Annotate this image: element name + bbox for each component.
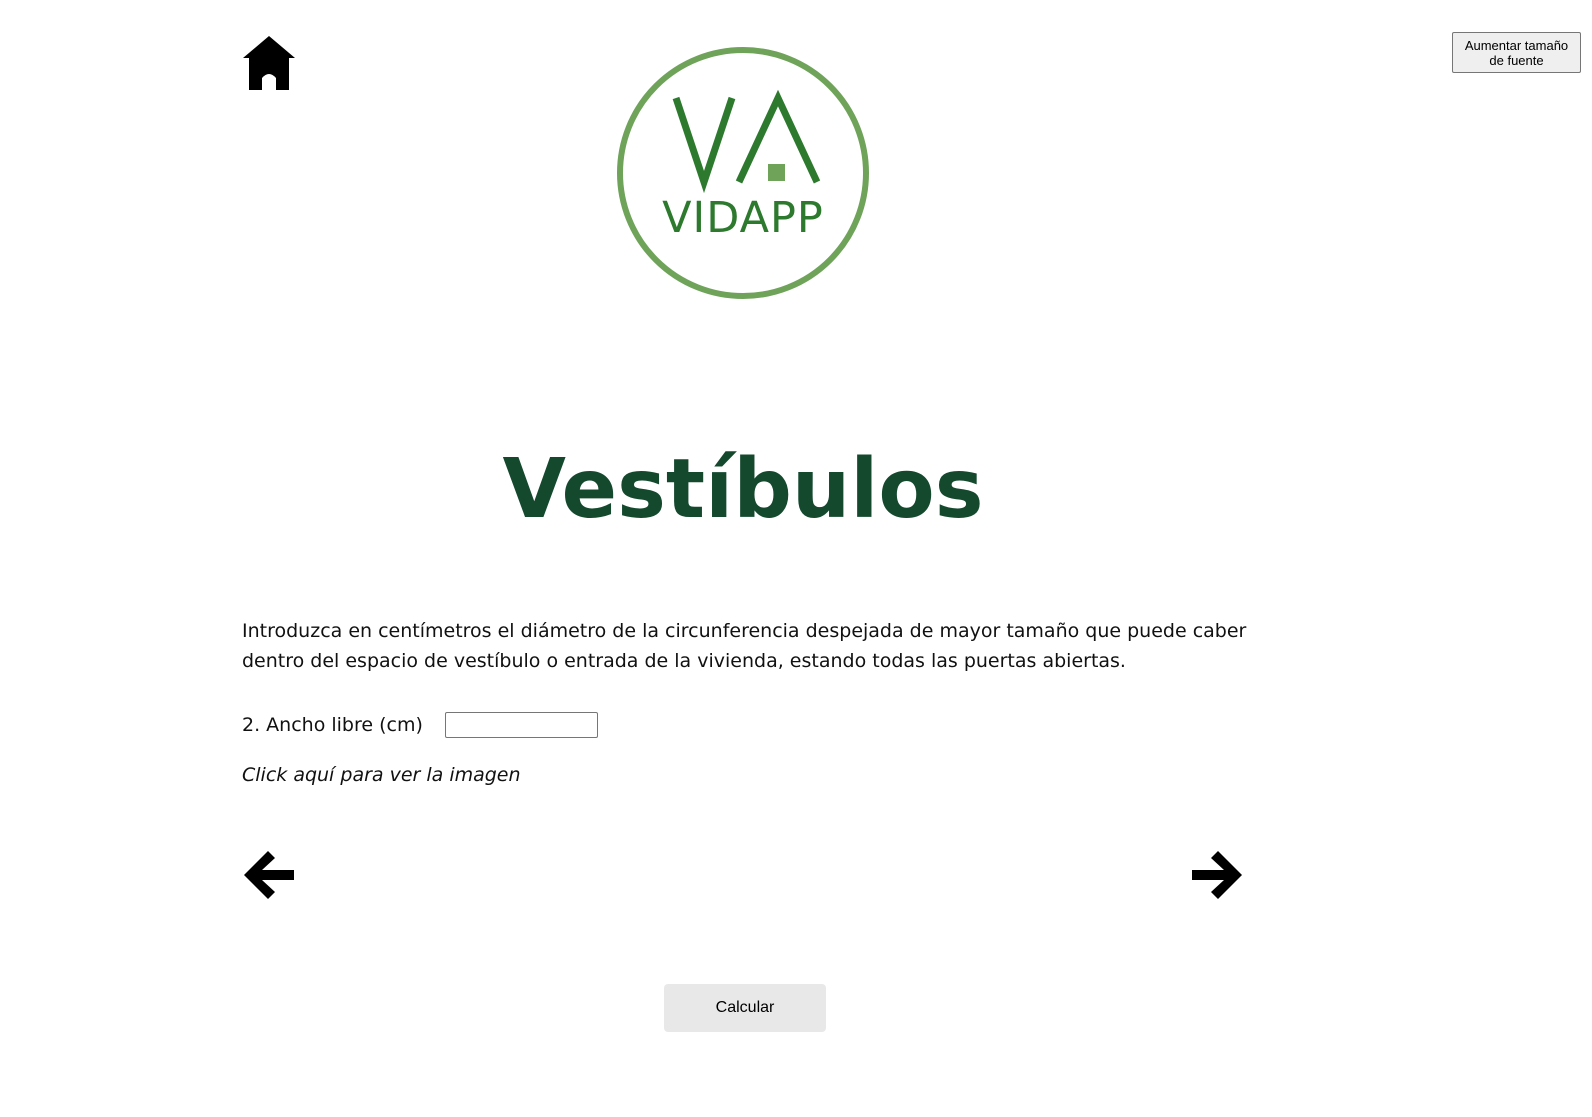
width-input[interactable] (444, 712, 598, 738)
next-button[interactable] (1192, 849, 1244, 901)
previous-button[interactable] (242, 849, 294, 901)
calculate-button[interactable]: Calcular (664, 984, 826, 1032)
home-icon (243, 36, 295, 90)
arrow-left-icon (244, 851, 294, 899)
home-link[interactable] (242, 34, 296, 92)
page-title: Vestíbulos (502, 442, 984, 537)
page: Aumentar tamaño de fuente VIDAPP Vestíbu… (0, 0, 1592, 1117)
logo-text: VIDAPP (662, 193, 824, 243)
instructions-text: Introduzca en centímetros el diámetro de… (242, 620, 1247, 672)
logo-graphic (617, 47, 869, 299)
view-image-link[interactable]: Click aquí para ver la imagen (242, 764, 521, 786)
width-field-label: 2. Ancho libre (cm) (242, 714, 423, 736)
arrow-right-icon (1192, 851, 1242, 899)
vidapp-logo: VIDAPP (616, 46, 870, 300)
increase-font-button[interactable]: Aumentar tamaño de fuente (1452, 32, 1581, 73)
width-field-row: 2. Ancho libre (cm) (242, 710, 598, 740)
